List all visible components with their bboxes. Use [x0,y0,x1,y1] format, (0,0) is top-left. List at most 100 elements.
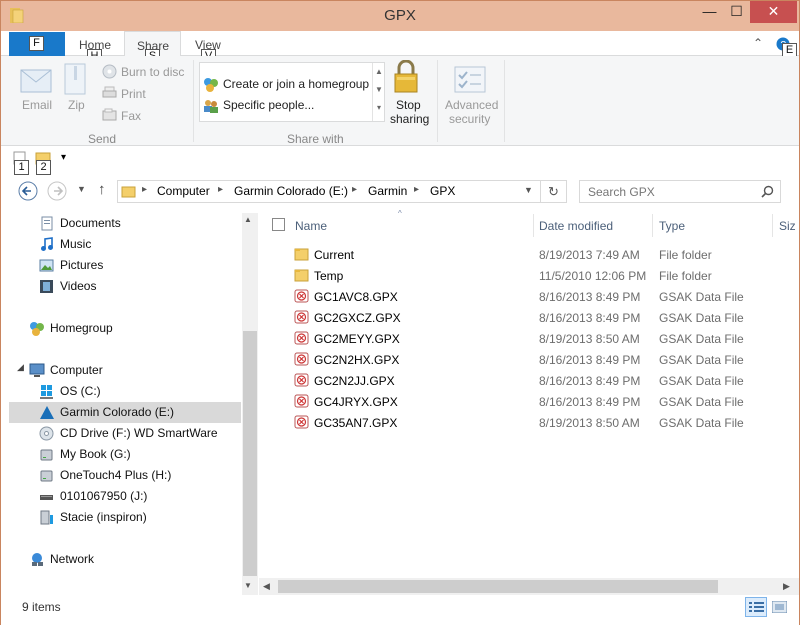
sidebar-item-my-book-g[interactable]: My Book (G:) [9,444,241,465]
scroll-left-icon[interactable]: ◀ [263,581,270,592]
sidebar-item-label: Homegroup [50,321,113,335]
search-input[interactable]: Search GPX [579,180,781,203]
file-row[interactable]: GC1AVC8.GPX 8/16/2013 8:49 PM GSAK Data Fi… [289,286,749,307]
file-row[interactable]: GC4JRYX.GPX 8/16/2013 8:49 PM GSAK Data Fi… [289,391,749,412]
address-bar[interactable]: ▸ Computer ▸ Garmin Colorado (E:) ▸ Garm… [117,180,541,203]
up-arrow-icon[interactable]: ↑ [98,181,106,198]
file-date: 8/16/2013 8:49 PM [539,374,641,388]
homegroup-icon [29,321,44,336]
file-row[interactable]: Current 8/19/2013 7:49 AM File folder [289,244,749,265]
sidebar-item-pictures[interactable]: Pictures [9,255,241,276]
file-name: GC35AN7.GPX [314,416,398,430]
breadcrumb-computer[interactable]: Computer [157,184,210,198]
details-view-button[interactable] [745,597,767,617]
windows-drive-icon [39,384,54,399]
fax-icon [102,108,117,121]
sidebar-item-os-c[interactable]: OS (C:) [9,381,241,402]
column-header-name[interactable]: Name [295,219,327,241]
column-separator[interactable] [772,214,773,237]
garmin-drive-icon [39,405,54,419]
file-row[interactable]: GC35AN7.GPX 8/19/2013 8:50 AM GSAK Data Fi… [289,412,749,433]
stop-sharing-button-line1[interactable]: Stop [396,98,421,112]
pictures-icon [39,258,54,272]
column-separator[interactable] [652,214,653,237]
breadcrumb-gpx[interactable]: GPX [430,184,455,198]
sidebar-item-homegroup[interactable]: Homegroup [9,318,241,339]
keytip-qat1: 1 [14,160,29,175]
file-tab[interactable]: F [9,32,65,56]
folder-icon [121,186,136,198]
minimize-button[interactable]: — [696,1,723,23]
nav-scrollbar[interactable]: ▲ ▼ [242,213,258,595]
item-count: 9 items [22,600,61,614]
large-icons-view-button[interactable] [769,597,791,617]
nav-scroll-thumb[interactable] [243,331,257,576]
address-dropdown-icon[interactable]: ▼ [524,185,533,195]
sidebar-item-0101067950-j[interactable]: 0101067950 (J:) [9,486,241,507]
sidebar-item-videos[interactable]: Videos [9,276,241,297]
file-row[interactable]: GC2MEYY.GPX 8/19/2013 8:50 AM GSAK Data Fi… [289,328,749,349]
large-icons-view-icon [772,601,787,613]
specific-people-item[interactable]: Specific people... [223,98,314,112]
select-all-checkbox[interactable] [272,218,285,231]
close-button[interactable]: ✕ [750,1,797,23]
file-row[interactable]: GC2GXCZ.GPX 8/16/2013 8:49 PM GSAK Data Fi… [289,307,749,328]
breadcrumb-separator-icon: ▸ [352,184,358,195]
sidebar-item-network[interactable]: Network [9,549,241,570]
tab-share[interactable]: Share S [124,31,181,64]
gsak-file-icon [294,394,309,411]
ribbon-collapse-chevron-icon[interactable]: ⌃ [753,36,763,50]
computer-icon [29,363,45,377]
homegroup-icon [204,78,218,92]
scroll-right-icon[interactable]: ▶ [783,581,790,592]
file-row[interactable]: GC2N2HX.GPX 8/16/2013 8:49 PM GSAK Data Fi… [289,349,749,370]
column-header-date-modified[interactable]: Date modified [539,219,613,241]
expand-chevron-icon[interactable]: ◢ [17,362,24,373]
sidebar-item-label: Network [50,552,95,566]
maximize-button[interactable]: ☐ [723,1,750,23]
sidebar-item-label: Computer [50,363,103,377]
file-row[interactable]: GC2N2JJ.GPX 8/16/2013 8:49 PM GSAK Data Fi… [289,370,749,391]
sidebar-item-garmin-colorado-e[interactable]: Garmin Colorado (E:) [9,402,241,423]
zip-button[interactable]: Zip [68,98,85,112]
recent-locations-icon[interactable]: ▼ [77,184,86,194]
customize-qat-icon[interactable]: ▾ [61,152,66,163]
scroll-up-icon[interactable]: ▲ [244,215,252,224]
sidebar-item-stacie-inspiron[interactable]: Stacie (inspiron) [9,507,241,528]
column-separator[interactable] [533,214,534,237]
stop-sharing-button-line2[interactable]: sharing [390,112,429,126]
burn-to-disc-button[interactable]: Burn to disc [121,65,184,79]
refresh-icon[interactable]: ↻ [541,180,567,203]
fax-button[interactable]: Fax [121,109,141,123]
advanced-security-line2[interactable]: security [449,112,490,126]
email-button[interactable]: Email [22,98,52,112]
file-type: File folder [659,269,712,283]
column-header-type[interactable]: Type [659,219,685,241]
file-type: GSAK Data File [659,395,744,409]
advanced-security-line1[interactable]: Advanced [445,98,498,112]
details-view-icon [749,602,764,612]
back-arrow-icon[interactable] [18,181,38,201]
scroll-down-icon[interactable]: ▼ [244,581,252,590]
print-button[interactable]: Print [121,87,146,101]
breadcrumb-garmin[interactable]: Garmin [368,184,407,198]
title-bar[interactable]: GPX — ☐ ✕ [1,1,799,31]
breadcrumb-separator-icon: ▸ [218,184,224,195]
search-icon[interactable] [761,185,774,198]
sidebar-item-computer[interactable]: Computer ◢ [9,360,241,381]
file-row[interactable]: Temp 11/5/2010 12:06 PM File folder [289,265,749,286]
gallery-scroll[interactable]: ▲ ▼ ▾ [372,63,385,121]
breadcrumb-drive[interactable]: Garmin Colorado (E:) [234,184,348,198]
forward-arrow-icon[interactable] [47,181,67,201]
file-name: Current [314,248,355,262]
content-scroll-thumb[interactable] [278,580,718,593]
sidebar-item-music[interactable]: Music [9,234,241,255]
sidebar-item-onetouch4-plus-h[interactable]: OneTouch4 Plus (H:) [9,465,241,486]
content-hscrollbar[interactable]: ◀ ▶ [259,578,799,595]
sidebar-item-cd-drive-f-wd-smartware[interactable]: CD Drive (F:) WD SmartWare [9,423,241,444]
column-header-size[interactable]: Siz [779,219,796,241]
file-date: 8/16/2013 8:49 PM [539,311,641,325]
sidebar-item-documents[interactable]: Documents [9,213,241,234]
ribbon-separator [437,60,438,142]
create-homegroup-item[interactable]: Create or join a homegroup [223,77,369,91]
